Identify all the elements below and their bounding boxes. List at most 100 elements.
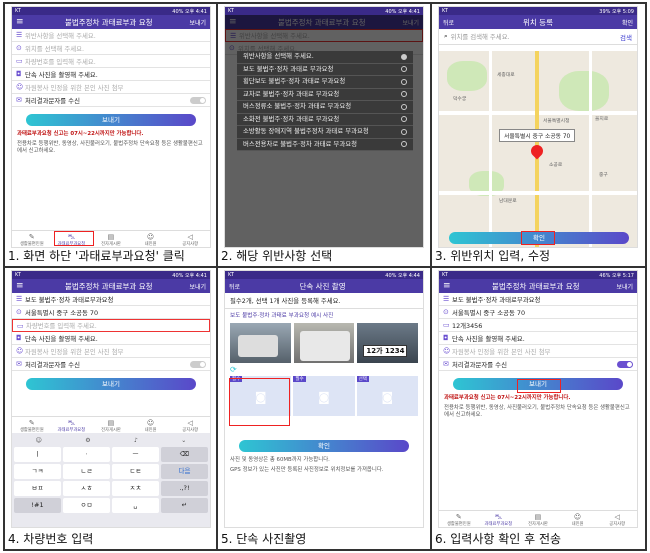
dialog-option[interactable]: 보도 불법주·정차 과태료 부과요청	[237, 64, 413, 76]
key[interactable]: ㄴㄹ	[63, 464, 110, 479]
notice-body: 전용차로 등행위반, 동영상, 사진불러오기, 불법주정차 단속요청 등은 생활…	[444, 404, 630, 419]
tab-board[interactable]: ▤ 전자게시판	[91, 417, 131, 433]
violation-field[interactable]: ☰ 보도 불법주·정차 과태료부과요청	[12, 293, 210, 306]
backspace-key[interactable]: ⌫	[161, 447, 208, 462]
map-road	[589, 51, 592, 247]
confirm-action[interactable]: 확인	[622, 18, 633, 27]
license-plate: 12가 1234	[363, 345, 408, 357]
location-field[interactable]: ⊙ 서울특별시 중구 소공동 70	[439, 306, 637, 319]
dialog-option[interactable]: 횡단보도 불법주·정차 과태료 부과요청	[237, 76, 413, 89]
refresh-icon[interactable]: ⟳	[225, 365, 423, 374]
sms-toggle[interactable]	[617, 360, 633, 368]
menu-icon[interactable]: ≡	[16, 17, 28, 27]
tab-notice[interactable]: ◁ 공지사항	[597, 511, 637, 527]
gear-icon[interactable]: ⚙	[85, 437, 90, 444]
dialog-option[interactable]: 위반사항을 선택해 주세요.	[237, 51, 413, 64]
symbol-key[interactable]: !#1	[14, 498, 61, 513]
tab-civil[interactable]: ✎ 생활불편민원	[439, 511, 479, 527]
send-action[interactable]: 보내기	[616, 282, 633, 291]
key[interactable]: ㄱㅋ	[14, 464, 61, 479]
send-button[interactable]: 보내기	[26, 378, 196, 390]
tab-civil[interactable]: ✎ 생활불편민원	[12, 417, 52, 433]
tab-fine-request[interactable]: ⛍ 과태료부과요청	[479, 511, 519, 527]
key[interactable]: ㅂㅍ	[14, 481, 61, 496]
step-1-cell: KT 40% 오후 4:41 ≡ 불법주정차 과태료부과 요청 보내기 ☰ 위반사항을 …	[4, 3, 217, 267]
app-bar: ≡ 불법주정차 과태료부과 요청 보내기	[439, 279, 637, 293]
app-bar: 뒤로 위치 등록 확인	[439, 15, 637, 29]
send-action[interactable]: 보내기	[189, 18, 206, 27]
tab-label: 과태료부과요청	[484, 522, 513, 527]
attach-row[interactable]: ☺ 자원봉사 인정을 위한 본인 사진 첨부	[439, 345, 637, 358]
back-button[interactable]: 뒤로	[443, 18, 454, 27]
emoji-icon[interactable]: ☺	[36, 437, 42, 444]
key[interactable]: ㅅㅎ	[63, 481, 110, 496]
location-field[interactable]: ⊙ 서울특별시 중구 소공동 70	[12, 306, 210, 319]
plate-field[interactable]: ▭ 차량번호를 입력해 주세요.	[12, 55, 210, 68]
dialog-option[interactable]: 버스정류소 불법주·정차 과태료 부과요청	[237, 101, 413, 114]
chevron-down-icon[interactable]: ⌄	[181, 437, 186, 444]
photo-slot-required-2[interactable]: 필수 ◙	[293, 376, 355, 416]
car-shape	[238, 335, 278, 357]
tab-notice[interactable]: ◁ 공지사항	[170, 417, 210, 433]
tab-board[interactable]: ▤ 전자게시판	[91, 231, 131, 247]
punct-key[interactable]: .,?!	[161, 481, 208, 496]
sms-toggle[interactable]	[190, 96, 206, 104]
sms-toggle[interactable]	[190, 360, 206, 368]
plate-field[interactable]: ▭ 12개3456	[439, 319, 637, 332]
tab-fine-request[interactable]: ⛍ 과태료부과요청	[52, 417, 92, 433]
confirm-button[interactable]: 확인	[239, 440, 409, 452]
search-button[interactable]: 검색	[620, 32, 632, 42]
tab-label: 공지사항	[609, 522, 626, 527]
menu-icon[interactable]: ≡	[16, 281, 28, 291]
keyboard-row: ㅂㅍ ㅅㅎ ㅈㅊ.,?!	[14, 481, 208, 496]
radio-icon	[401, 78, 407, 85]
key[interactable]: ㅡ	[112, 447, 159, 462]
key[interactable]: ㅇㅁ	[63, 498, 110, 513]
keyboard-row: ㄱㅋ ㄴㄹ ㄷㅌ 다음	[14, 464, 208, 479]
bottom-tabbar: ✎ 생활불편민원 ⛍ 과태료부과요청 ▤ 전자게시판 ☺ 내민원 ◁ 공지사항	[12, 416, 210, 433]
tab-my[interactable]: ☺ 내민원	[558, 511, 598, 527]
tab-notice[interactable]: ◁ 공지사항	[170, 231, 210, 247]
attach-row[interactable]: ☺ 자원봉사 인정을 위한 본인 사진 첨부	[12, 345, 210, 358]
dialog-option[interactable]: 소방활동 장애지역 불법주정차 과태료 부과요청	[237, 126, 413, 139]
photo-row[interactable]: ◘ 단속 사진을 촬영해 주세요.	[12, 332, 210, 345]
photo-row[interactable]: ◘ 단속 사진을 촬영해 주세요.	[12, 68, 210, 81]
key[interactable]: ㄷㅌ	[112, 464, 159, 479]
tab-board[interactable]: ▤ 전자게시판	[518, 511, 558, 527]
key[interactable]: ㆍ	[63, 447, 110, 462]
photo-slot-optional[interactable]: 선택 ◙	[356, 376, 418, 416]
tab-label: 내민원	[571, 522, 584, 527]
menu-icon[interactable]: ≡	[443, 281, 455, 291]
tutorial-grid: KT 40% 오후 4:41 ≡ 불법주정차 과태료부과 요청 보내기 ☰ 위반사항을 …	[3, 2, 647, 551]
key[interactable]: ㅈㅊ	[112, 481, 159, 496]
attach-row[interactable]: ☺ 자원봉사 인정을 위한 본인 사진 첨부	[12, 81, 210, 94]
photo-row[interactable]: ◘ 단속 사진을 촬영해 주세요.	[439, 332, 637, 345]
violation-field[interactable]: ☰위반사항을 선택해 주세요.	[12, 29, 210, 42]
dialog-option[interactable]: 소화전 불법주·정차 과태료 부과요청	[237, 114, 413, 126]
plate-field[interactable]: ▭ 차량번호를 입력해 주세요.	[12, 319, 210, 332]
space-key[interactable]: ␣	[112, 498, 159, 513]
tab-civil[interactable]: ✎ 생활불편민원	[12, 231, 52, 247]
send-action[interactable]: 보내기	[189, 282, 206, 291]
map-view[interactable]: 서울특별시청 덕수궁 중구 을지로 남대문로 소공로 세종대로 서울특별시 중구…	[439, 51, 637, 247]
tab-my[interactable]: ☺ 내민원	[131, 417, 171, 433]
location-field[interactable]: ⊙위치를 선택해 주세요.	[12, 42, 210, 55]
location-value: 서울특별시 중구 소공동 70	[25, 308, 99, 317]
phone-screen-4: KT 40% 오후 4:41 ≡ 불법주정차 과태료부과 요청 보내기 ☰ 보도 불법주…	[11, 270, 211, 528]
key[interactable]: ㅣ	[14, 447, 61, 462]
car-icon: ⛍	[67, 419, 75, 427]
dialog-option[interactable]: 교차로 불법주·정차 과태료 부과요청	[237, 89, 413, 101]
location-search[interactable]: ⌕ 위치를 검색해 주세요. 검색	[439, 29, 637, 45]
attach-label: 자원봉사 인정을 위한 본인 사진 첨부	[452, 347, 551, 356]
edit-icon: ✎	[28, 419, 35, 427]
violation-field[interactable]: ☰ 보도 불법주·정차 과태료부과요청	[439, 293, 637, 306]
tab-my[interactable]: ☺ 내민원	[131, 231, 171, 247]
dialog-option[interactable]: 버스전용차로 불법주·정차 과태료 부과요청	[237, 139, 413, 151]
next-key[interactable]: 다음	[161, 464, 208, 479]
enter-key[interactable]: ↵	[161, 498, 208, 513]
back-button[interactable]: 뒤로	[229, 282, 240, 291]
edit-icon: ✎	[455, 513, 462, 521]
send-button[interactable]: 보내기	[26, 114, 196, 126]
mic-icon[interactable]: ♪	[134, 437, 138, 444]
camera-icon: ◘	[16, 334, 22, 342]
